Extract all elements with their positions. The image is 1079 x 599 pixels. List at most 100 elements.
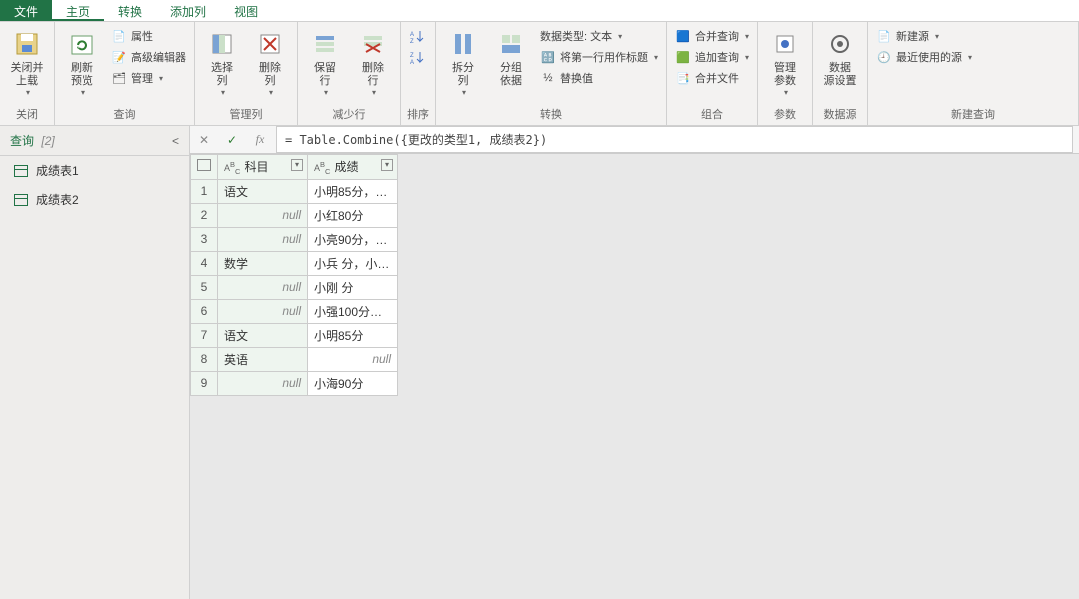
table-row[interactable]: 8英语null (191, 347, 398, 371)
query-item[interactable]: 成绩表1 (0, 156, 189, 185)
remove-columns-icon (254, 28, 286, 60)
data-grid-wrap: ABC科目▾ABC成绩▾ 1语文小明85分，小...2null小红80分3nul… (190, 154, 1079, 599)
query-item-label: 成绩表2 (36, 191, 79, 208)
choose-columns-icon (206, 28, 238, 60)
row-number[interactable]: 2 (191, 203, 218, 227)
table-row[interactable]: 1语文小明85分，小... (191, 179, 398, 203)
close-and-load-button[interactable]: 关闭并上载 (6, 24, 48, 97)
table-row[interactable]: 9null小海90分 (191, 371, 398, 395)
tab-view[interactable]: 视图 (220, 0, 272, 21)
row-number[interactable]: 3 (191, 227, 218, 251)
gear-icon (824, 28, 856, 60)
append-queries-button[interactable]: 🟩追加查询 (673, 47, 751, 67)
tab-home[interactable]: 主页 (52, 0, 104, 21)
data-source-settings-button[interactable]: 数据源设置 (819, 24, 861, 88)
row-number[interactable]: 8 (191, 347, 218, 371)
cell[interactable]: null (218, 275, 308, 299)
cell[interactable]: 小明85分，小... (308, 179, 398, 203)
row-number[interactable]: 6 (191, 299, 218, 323)
cell[interactable]: 英语 (218, 347, 308, 371)
tab-transform[interactable]: 转换 (104, 0, 156, 21)
table-corner[interactable] (191, 155, 218, 180)
tab-add-column[interactable]: 添加列 (156, 0, 220, 21)
column-header[interactable]: ABC科目▾ (218, 155, 308, 180)
cancel-formula-button[interactable]: ✕ (190, 126, 218, 154)
merge-queries-button[interactable]: 🟦合并查询 (673, 26, 751, 46)
split-column-button[interactable]: 拆分列 (442, 24, 484, 97)
choose-columns-button[interactable]: 选择列 (201, 24, 243, 97)
row-number[interactable]: 4 (191, 251, 218, 275)
cell[interactable]: null (218, 227, 308, 251)
cell[interactable]: null (308, 347, 398, 371)
append-icon: 🟩 (675, 49, 691, 65)
ribbon-group-close: 关闭并上载 关闭 (0, 22, 55, 125)
filter-button[interactable]: ▾ (381, 159, 393, 171)
data-type-button[interactable]: 数据类型: 文本 (538, 26, 660, 46)
formula-input[interactable]: = Table.Combine({更改的类型1, 成绩表2}) (276, 126, 1073, 153)
new-source-button[interactable]: 📄新建源 (874, 26, 974, 46)
svg-text:Z: Z (410, 53, 414, 59)
row-number[interactable]: 5 (191, 275, 218, 299)
cell[interactable]: 数学 (218, 251, 308, 275)
table-row[interactable]: 7语文小明85分 (191, 323, 398, 347)
cell[interactable]: 小亮90分，小... (308, 227, 398, 251)
sort-asc-button[interactable]: AZ (407, 26, 427, 46)
ribbon: 关闭并上载 关闭 刷新预览 📄属性 📝高级编辑器 🗂管理 查询 选择列 (0, 22, 1079, 126)
ribbon-group-new-query: 📄新建源 🕘最近使用的源 新建查询 (868, 22, 1079, 125)
cell[interactable]: 小明85分 (308, 323, 398, 347)
fx-button[interactable]: fx (246, 126, 274, 154)
row-number[interactable]: 1 (191, 179, 218, 203)
combine-files-icon: 📑 (675, 70, 691, 86)
accept-formula-button[interactable]: ✓ (218, 126, 246, 154)
manage-icon: 🗂 (111, 70, 127, 86)
table-row[interactable]: 5null小刚 分 (191, 275, 398, 299)
cell[interactable]: null (218, 371, 308, 395)
remove-columns-button[interactable]: 删除列 (249, 24, 291, 97)
cell[interactable]: 小海90分 (308, 371, 398, 395)
collapse-icon[interactable]: < (172, 134, 179, 148)
filter-button[interactable]: ▾ (291, 159, 303, 171)
data-grid: ABC科目▾ABC成绩▾ 1语文小明85分，小...2null小红80分3nul… (190, 154, 398, 396)
table-row[interactable]: 4数学小兵 分，小华... (191, 251, 398, 275)
cell[interactable]: 小红80分 (308, 203, 398, 227)
cell[interactable]: 小兵 分，小华... (308, 251, 398, 275)
first-row-headers-button[interactable]: 🔠将第一行用作标题 (538, 47, 660, 67)
table-row[interactable]: 6null小强100分，小... (191, 299, 398, 323)
merge-icon: 🟦 (675, 28, 691, 44)
keep-rows-button[interactable]: 保留行 (304, 24, 346, 97)
cell[interactable]: 语文 (218, 179, 308, 203)
refresh-preview-button[interactable]: 刷新预览 (61, 24, 103, 97)
cell[interactable]: null (218, 299, 308, 323)
combine-files-button[interactable]: 📑合并文件 (673, 68, 751, 88)
svg-text:A: A (410, 32, 414, 38)
query-item[interactable]: 成绩表2 (0, 185, 189, 214)
svg-text:Z: Z (410, 39, 414, 44)
recent-icon: 🕘 (876, 49, 892, 65)
cell[interactable]: null (218, 203, 308, 227)
table-row[interactable]: 2null小红80分 (191, 203, 398, 227)
properties-button[interactable]: 📄属性 (109, 26, 188, 46)
save-icon (11, 28, 43, 60)
table-row[interactable]: 3null小亮90分，小... (191, 227, 398, 251)
manage-query-button[interactable]: 🗂管理 (109, 68, 188, 88)
remove-rows-button[interactable]: 删除行 (352, 24, 394, 97)
column-name: 成绩 (334, 160, 358, 174)
advanced-editor-button[interactable]: 📝高级编辑器 (109, 47, 188, 67)
cell[interactable]: 小刚 分 (308, 275, 398, 299)
replace-values-button[interactable]: ½替换值 (538, 68, 660, 88)
cell[interactable]: 语文 (218, 323, 308, 347)
recent-sources-button[interactable]: 🕘最近使用的源 (874, 47, 974, 67)
row-number[interactable]: 9 (191, 371, 218, 395)
query-item-label: 成绩表1 (36, 162, 79, 179)
refresh-icon (66, 28, 98, 60)
tab-bar: 文件 主页 转换 添加列 视图 (0, 0, 1079, 22)
row-number[interactable]: 7 (191, 323, 218, 347)
cell[interactable]: 小强100分，小... (308, 299, 398, 323)
column-header[interactable]: ABC成绩▾ (308, 155, 398, 180)
query-sidebar-header[interactable]: 查询 [2] < (0, 126, 189, 156)
group-by-button[interactable]: 分组依据 (490, 24, 532, 88)
sort-desc-button[interactable]: ZA (407, 47, 427, 67)
manage-parameters-button[interactable]: 管理参数 (764, 24, 806, 97)
tab-file[interactable]: 文件 (0, 0, 52, 21)
sort-asc-icon: AZ (409, 28, 425, 44)
